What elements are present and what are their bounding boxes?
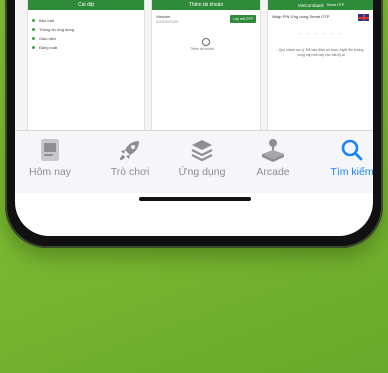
otp-header: Vietcombank Smart OTP <box>268 0 373 10</box>
phone-frame: Cài đặt Bảo mật Thông tin ứng dụng Giao … <box>5 0 383 248</box>
tab-arcade[interactable]: Arcade <box>238 137 308 178</box>
brand-sub: Smart OTP <box>326 3 345 7</box>
settings-item: Đăng xuất <box>28 43 144 52</box>
tab-apps[interactable]: Ứng dụng <box>167 137 237 178</box>
bullet-icon <box>32 46 35 49</box>
add-account-label: Thêm tài khoản <box>190 47 215 51</box>
settings-item: Giao diện <box>28 34 144 43</box>
otp-note: Quý khách lưu ý: Để bảo đảm an toàn, tuy… <box>278 48 364 57</box>
settings-item: Thông tin ứng dụng <box>28 25 144 34</box>
account-number: 0000000000 <box>156 19 179 24</box>
otp-code: - - - - - - <box>298 31 344 38</box>
tab-today[interactable]: Hôm nay <box>15 137 85 178</box>
home-indicator[interactable] <box>139 197 251 201</box>
tab-games[interactable]: Trò chơi <box>95 137 165 178</box>
accounts-title: Thêm tài khoản <box>188 2 224 8</box>
bullet-icon <box>32 19 35 22</box>
tab-label: Ứng dụng <box>178 166 226 178</box>
joystick-icon <box>238 137 308 163</box>
accounts-header: Thêm tài khoản <box>152 0 260 10</box>
uk-flag-icon <box>357 13 370 22</box>
screenshot-settings[interactable]: Cài đặt Bảo mật Thông tin ứng dụng Giao … <box>27 0 145 130</box>
settings-title: Cài đặt <box>78 2 94 8</box>
bullet-icon <box>32 37 35 40</box>
add-account-icon <box>202 38 210 46</box>
app-screenshots-carousel[interactable]: Cài đặt Bảo mật Thông tin ứng dụng Giao … <box>15 0 373 130</box>
app-store-screen: Cài đặt Bảo mật Thông tin ứng dụng Giao … <box>15 0 373 236</box>
screenshot-accounts[interactable]: Thêm tài khoản Vietcom 0000000000 Lấy mã… <box>151 0 261 130</box>
get-otp-button: Lấy mã OTP <box>230 15 256 23</box>
tab-label: Tìm kiếm <box>330 166 373 178</box>
settings-item: Bảo mật <box>28 16 144 25</box>
tab-bar: Hôm nay Trò chơi Ứng dụng Arcade Tìm kiế… <box>15 130 373 193</box>
account-row: Vietcom 0000000000 Lấy mã OTP <box>152 10 260 24</box>
search-icon <box>317 137 373 163</box>
brand-name: Vietcombank <box>297 2 324 8</box>
rocket-icon <box>95 137 165 163</box>
settings-header: Cài đặt <box>28 0 144 10</box>
apps-layers-icon <box>167 137 237 163</box>
today-icon <box>15 137 85 163</box>
tab-label: Hôm nay <box>28 166 71 178</box>
tab-label: Trò chơi <box>110 166 150 178</box>
bullet-icon <box>32 28 35 31</box>
tab-label: Arcade <box>256 166 290 178</box>
tab-search[interactable]: Tìm kiếm <box>317 137 373 178</box>
screenshot-otp[interactable]: Vietcombank Smart OTP Nhập PIN Ứng dụng … <box>267 0 373 130</box>
